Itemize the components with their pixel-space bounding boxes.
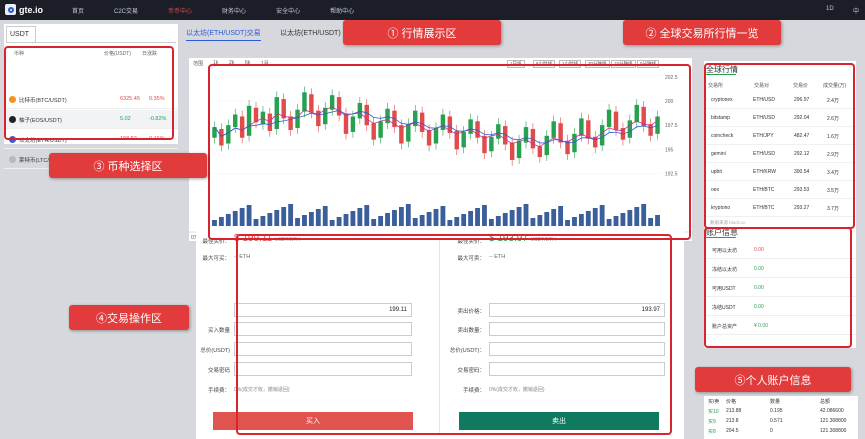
orderbook-cell: 0.195 bbox=[770, 408, 783, 414]
coin-icon bbox=[9, 156, 16, 163]
max-buy-label: 最大可买： bbox=[202, 256, 230, 262]
orderbook-cell: 121.308800 bbox=[820, 418, 847, 424]
annotation-label-2: ② 全球交易所行情一览 bbox=[623, 20, 781, 45]
orderbook-cell: 买8 bbox=[708, 429, 716, 435]
orderbook-header: 买/卖 bbox=[708, 399, 720, 405]
annotation-box-coins bbox=[4, 46, 174, 140]
orderbook-cell: 204.5 bbox=[726, 428, 739, 434]
buy-password-label: 交易密码 bbox=[207, 368, 230, 374]
orderbook-cell: 213.88 bbox=[726, 408, 742, 414]
orderbook-cell: 42.086600 bbox=[820, 408, 844, 414]
orderbook-cell: 0.571 bbox=[770, 418, 783, 424]
orderbook-cell: 0 bbox=[770, 428, 773, 434]
annotation-label-3: ③ 币种选择区 bbox=[49, 153, 207, 178]
annotation-label-1: ① 行情展示区 bbox=[343, 20, 501, 45]
tab-eth-usdt-trade[interactable]: 以太坊(ETH/USDT)交易 bbox=[186, 28, 261, 41]
annotation-box-trade bbox=[236, 234, 672, 435]
order-book: 买/卖 价格 数量 总额买10 213.88 0.195 42.086600 买9 213.8 0… bbox=[704, 396, 858, 439]
annotation-box-global bbox=[704, 63, 855, 229]
range-label: 范围 bbox=[193, 61, 204, 67]
tab-usdt[interactable]: USDT bbox=[6, 26, 36, 42]
top-nav: gte.io 首页 C2C交易 币币中心 财务中心 安全中心 帮助中心 1D 中 bbox=[0, 0, 865, 20]
orderbook-cell: 121.308800 bbox=[820, 428, 847, 434]
annotation-box-chart bbox=[208, 64, 691, 240]
orderbook-cell: 买9 bbox=[708, 419, 716, 425]
nav-right-0[interactable]: 1D bbox=[826, 6, 834, 12]
buy-total-label: 总价(USDT) bbox=[200, 348, 230, 354]
orderbook-cell: 213.8 bbox=[726, 418, 739, 424]
orderbook-header: 数量 bbox=[770, 399, 781, 405]
buy-amount-label: 买入数量 bbox=[207, 328, 230, 334]
annotation-label-5: ⑤个人账户信息 bbox=[695, 367, 851, 392]
annotation-box-account bbox=[704, 227, 852, 348]
tab-eth-usdt[interactable]: 以太坊(ETH/USDT) bbox=[280, 28, 341, 38]
orderbook-header: 总额 bbox=[820, 399, 831, 405]
nav-right: 1D 中 bbox=[0, 0, 865, 20]
orderbook-header: 价格 bbox=[726, 399, 737, 405]
orderbook-cell: 买10 bbox=[708, 409, 719, 415]
buy-fee-label: 手续费： bbox=[207, 388, 230, 394]
nav-right-1[interactable]: 中 bbox=[853, 6, 859, 15]
tab-divider bbox=[6, 42, 176, 43]
annotation-label-4: ④交易操作区 bbox=[69, 305, 189, 330]
